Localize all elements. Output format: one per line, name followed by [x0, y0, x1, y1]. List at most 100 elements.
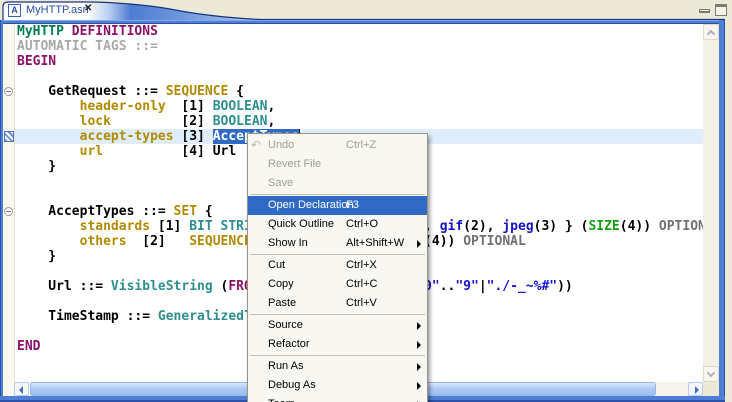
editor-tab-bar: A MyHTTP.asn ✕ — [0, 0, 732, 20]
code-segment: OPTIONAL — [463, 234, 526, 249]
tab-title: MyHTTP.asn — [26, 4, 89, 16]
code-segment: lock — [80, 114, 111, 129]
code-segment: BOOLEAN — [213, 114, 268, 129]
code-segment: gif — [440, 219, 463, 234]
code-segment: "9" — [455, 279, 478, 294]
code-segment — [17, 234, 80, 249]
code-line[interactable]: BEGIN — [17, 54, 703, 69]
menu-item-label: Revert File — [268, 158, 321, 170]
arrow-left-icon — [19, 386, 23, 394]
code-segment: (4)) — [424, 234, 463, 249]
code-segment: SET — [174, 204, 197, 219]
code-segment: DEFINITIONS — [72, 24, 158, 39]
menu-item-debug-as[interactable]: Debug As — [248, 376, 427, 395]
code-segment: (3) } ( — [534, 219, 589, 234]
code-segment: jpeg — [502, 219, 533, 234]
code-segment: BEGIN — [17, 54, 56, 69]
menu-item-label: Copy — [268, 278, 294, 290]
code-segment: } — [17, 249, 56, 264]
code-line[interactable] — [17, 69, 703, 84]
code-line[interactable]: GetRequest ::= SEQUENCE { — [17, 84, 703, 99]
menu-separator — [250, 254, 425, 255]
menu-item-save[interactable]: Save — [248, 174, 427, 193]
code-segment: standards — [80, 219, 150, 234]
code-segment: header-only — [80, 99, 166, 114]
menu-item-team[interactable]: Team — [248, 395, 427, 402]
code-segment: .. — [440, 279, 456, 294]
code-segment: Url — [213, 144, 236, 159]
code-segment: } — [17, 159, 56, 174]
fold-collapse-icon[interactable] — [4, 207, 13, 216]
scroll-right-button[interactable] — [688, 382, 703, 396]
code-segment — [17, 129, 80, 144]
code-segment: | — [479, 279, 487, 294]
menu-item-label: Undo — [268, 139, 294, 151]
menu-item-label: Run As — [268, 360, 303, 372]
code-segment: )) — [557, 279, 573, 294]
menu-item-cut[interactable]: CutCtrl+X — [248, 256, 427, 275]
code-segment: (4)) — [620, 219, 659, 234]
code-segment — [17, 219, 80, 234]
menu-item-source[interactable]: Source — [248, 316, 427, 335]
occurrence-marker — [4, 131, 14, 142]
scroll-left-button[interactable] — [14, 382, 29, 396]
menu-item-run-as[interactable]: Run As — [248, 357, 427, 376]
menu-item-label: Open Declaration — [268, 199, 354, 211]
menu-item-shortcut: Ctrl+C — [346, 275, 377, 294]
menu-item-undo[interactable]: ↶UndoCtrl+Z — [248, 136, 427, 155]
menu-item-show-in[interactable]: Show InAlt+Shift+W — [248, 234, 427, 253]
code-segment: (2), — [463, 219, 502, 234]
menu-item-shortcut: Ctrl+Z — [346, 136, 376, 155]
code-segment: GetRequest ::= — [17, 84, 166, 99]
code-segment: [1] — [150, 219, 189, 234]
code-segment: BOOLEAN — [213, 99, 268, 114]
code-segment — [17, 144, 80, 159]
menu-item-label: Show In — [268, 237, 308, 249]
code-line[interactable]: header-only [1] BOOLEAN, — [17, 99, 703, 114]
menu-item-quick-outline[interactable]: Quick OutlineCtrl+O — [248, 215, 427, 234]
scroll-down-button[interactable] — [703, 366, 719, 382]
code-segment: "./-_~%#" — [487, 279, 557, 294]
code-segment: [3] — [174, 129, 213, 144]
menu-item-paste[interactable]: PasteCtrl+V — [248, 294, 427, 313]
code-segment: END — [17, 339, 40, 354]
code-line[interactable]: lock [2] BOOLEAN, — [17, 114, 703, 129]
code-segment: SEQUENCE — [166, 84, 229, 99]
code-segment: [1] — [166, 99, 213, 114]
tab-myhttp[interactable]: A MyHTTP.asn ✕ — [3, 1, 103, 20]
code-segment: others — [80, 234, 127, 249]
code-segment: [2] — [111, 114, 213, 129]
fold-collapse-icon[interactable] — [4, 87, 13, 96]
code-segment: [2] — [127, 234, 190, 249]
eclipse-editor-view: { "tab": { "icon_letter": "A", "title": … — [0, 0, 732, 402]
maximize-view-button[interactable] — [715, 4, 727, 16]
code-segment: { — [228, 84, 244, 99]
code-line[interactable]: AUTOMATIC TAGS ::= — [17, 39, 703, 54]
menu-item-shortcut: Ctrl+V — [346, 294, 377, 313]
minimize-view-button[interactable] — [699, 9, 710, 13]
code-segment: SEQUENCE — [189, 234, 252, 249]
code-line[interactable]: MyHTTP DEFINITIONS — [17, 24, 703, 39]
menu-item-label: Source — [268, 319, 303, 331]
scroll-up-button[interactable] — [703, 24, 719, 40]
frame-border-right — [719, 20, 725, 402]
menu-item-refactor[interactable]: Refactor — [248, 335, 427, 354]
menu-separator — [250, 355, 425, 356]
menu-separator — [250, 194, 425, 195]
code-segment — [17, 114, 80, 129]
tab-close-icon[interactable]: ✕ — [84, 3, 92, 14]
menu-item-copy[interactable]: Copy Ctrl+C — [248, 275, 427, 294]
code-segment: MyHTTP — [17, 24, 64, 39]
menu-item-label: Cut — [268, 259, 285, 271]
menu-item-open-declaration[interactable]: Open DeclarationF3 — [248, 196, 427, 215]
code-segment — [17, 99, 80, 114]
menu-item-label: Quick Outline — [268, 218, 334, 230]
code-segment: url — [80, 144, 103, 159]
code-segment: , — [267, 114, 275, 129]
scrollbar-corner — [703, 382, 719, 396]
menu-item-label: Save — [268, 177, 293, 189]
menu-item-revert-file[interactable]: Revert File — [248, 155, 427, 174]
vertical-scrollbar[interactable] — [703, 24, 719, 382]
code-segment: OPTIONAL — [659, 219, 703, 234]
submenu-arrow-icon — [417, 322, 421, 330]
